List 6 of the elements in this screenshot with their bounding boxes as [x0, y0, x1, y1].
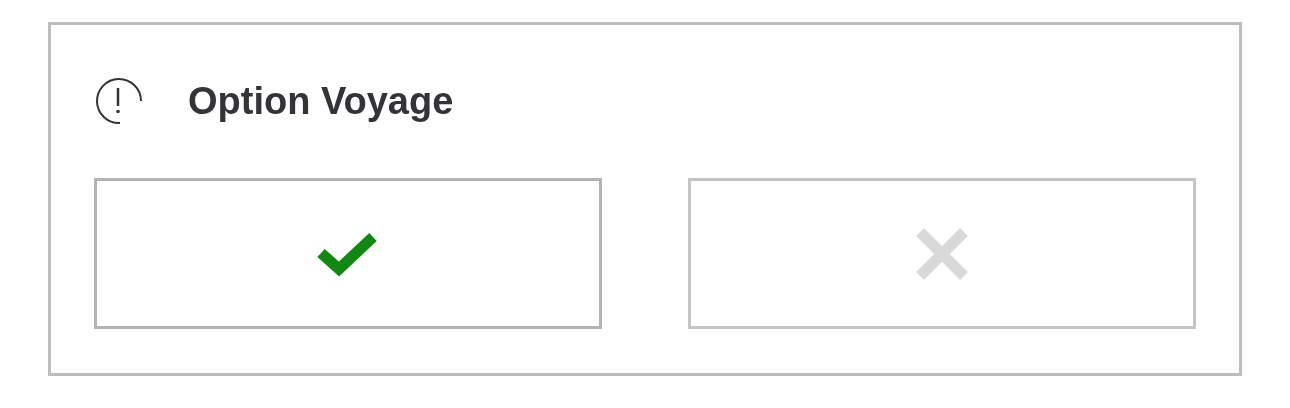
confirm-button[interactable]	[94, 178, 602, 329]
reject-button[interactable]	[688, 178, 1196, 329]
cross-icon	[915, 226, 969, 281]
check-icon	[317, 230, 379, 277]
card-title: Option Voyage	[188, 82, 454, 120]
alert-icon	[94, 77, 144, 125]
